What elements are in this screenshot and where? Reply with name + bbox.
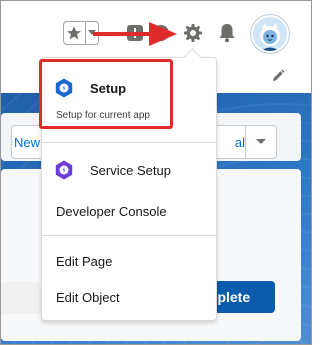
tab-partial[interactable]: al (215, 125, 245, 159)
notifications-button[interactable] (215, 21, 239, 45)
chevron-down-icon (256, 139, 266, 144)
bell-icon (219, 24, 235, 43)
app-frame: New al mplete Setup Setup for current ap… (0, 0, 312, 345)
edit-object-label: Edit Object (56, 290, 120, 305)
menu-item-edit-page[interactable]: Edit Page (42, 244, 216, 278)
setup-gear-button[interactable] (181, 21, 205, 45)
developer-console-label: Developer Console (56, 204, 167, 219)
pencil-icon (273, 69, 285, 81)
service-setup-label: Service Setup (90, 163, 171, 178)
tabs-dropdown-button[interactable] (245, 125, 277, 159)
menu-item-service-setup[interactable]: Service Setup (42, 152, 216, 188)
left-action-button[interactable] (1, 282, 41, 314)
menu-item-edit-object[interactable]: Edit Object (42, 280, 216, 314)
setup-highlight-box (39, 59, 173, 129)
gear-icon (184, 24, 202, 42)
star-icon (64, 22, 85, 44)
red-arrow (93, 22, 177, 46)
menu-item-developer-console[interactable]: Developer Console (42, 194, 216, 228)
avatar[interactable] (251, 15, 289, 53)
menu-divider (42, 235, 216, 236)
astro-avatar-icon (253, 17, 287, 51)
service-gear-icon (55, 160, 73, 180)
edit-pencil-button[interactable] (271, 69, 285, 88)
edit-page-label: Edit Page (56, 254, 113, 269)
menu-divider (42, 142, 216, 143)
